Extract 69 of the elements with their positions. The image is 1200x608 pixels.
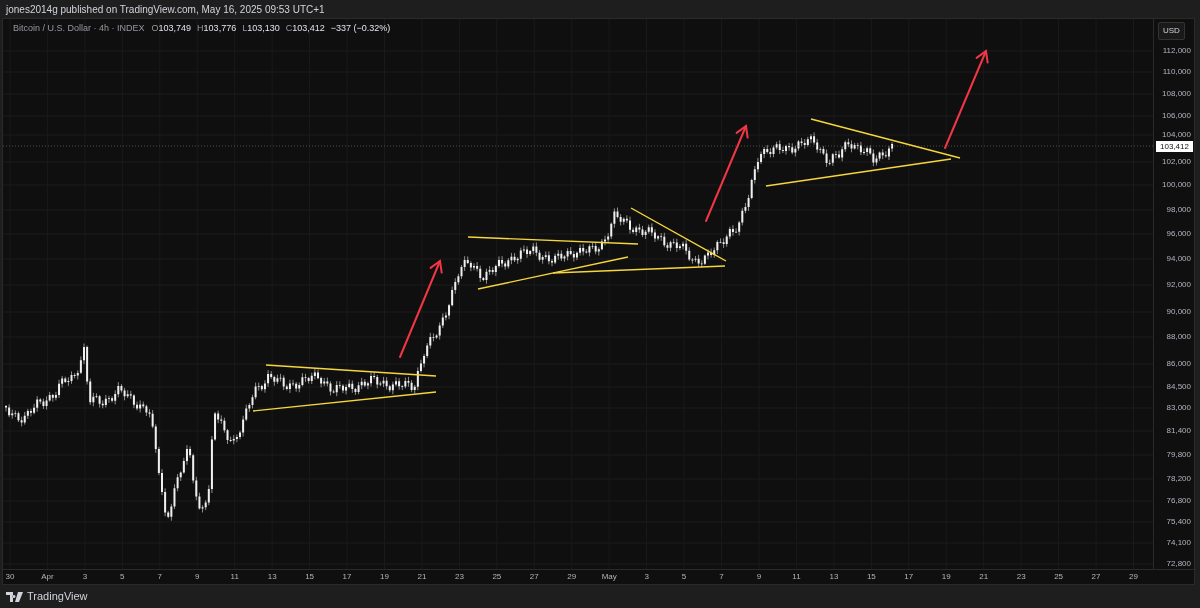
ohlc-label: O [151,22,159,35]
price-tick-label: 102,000 [1162,157,1191,167]
price-tick-label: 79,800 [1166,450,1191,460]
price-tick-label: 74,100 [1166,538,1191,548]
time-tick-label: 13 [267,572,277,582]
time-tick-label: 9 [195,572,200,582]
time-tick-label: 21 [417,572,427,582]
time-tick-label: 29 [567,572,577,582]
time-tick-label: 5 [681,572,687,582]
price-tick-label: 75,400 [1166,517,1191,527]
price-tick-label: 90,000 [1166,307,1191,317]
logo-icon [6,591,24,602]
time-tick-label: 15 [305,572,315,582]
price-tick-label: 83,000 [1166,403,1191,413]
currency-button[interactable]: USD [1158,22,1185,40]
publisher-caption: jones2014g published on TradingView.com, May 16, 2025 09:53 UTC+1 [6,2,325,17]
ohlc-label: H [197,22,204,35]
price-tick-label: 94,000 [1166,254,1191,264]
time-tick-label: 29 [1129,572,1138,582]
time-tick-label: 25 [1054,572,1064,582]
price-tick-label: 86,000 [1166,359,1191,369]
price-tick-label: 78,200 [1166,474,1191,484]
price-tick-label: 108,000 [1162,89,1191,99]
time-tick-label: 25 [492,572,502,582]
price-tick-label: 100,000 [1162,180,1191,190]
price-change: −337 (−0.32%) [330,22,391,35]
time-tick-label: 19 [941,572,951,582]
time-tick-label: May [601,572,617,582]
price-tick-label: 88,000 [1166,332,1191,342]
time-tick-label: 7 [719,572,724,582]
ohlc-label: L [242,22,248,35]
ohlc-label: C [285,22,293,35]
time-tick-label: 23 [454,572,464,582]
price-tick-label: 76,800 [1166,496,1191,506]
price-tick-label: 112,000 [1162,46,1191,56]
time-tick-label: 27 [529,572,539,582]
symbol-title: Bitcoin / U.S. Dollar · 4h · INDEX [13,22,145,35]
time-tick-label: 27 [1091,572,1101,582]
time-tick-label: 11 [230,572,239,582]
time-tick-label: 3 [644,572,649,582]
time-tick-label: 3 [82,572,88,582]
time-tick-label: 19 [380,572,389,582]
time-tick-label: 7 [157,572,162,582]
price-tick-label: 98,000 [1166,205,1191,215]
time-tick-label: 15 [866,572,876,582]
time-tick-label: 13 [829,572,839,582]
price-tick-label: 96,000 [1166,229,1191,239]
logo-text: TradingView [27,589,88,605]
time-tick-label: 17 [342,572,352,582]
price-tick-label: 110,000 [1162,67,1191,77]
ohlc-value: 103,776 [203,22,237,35]
ohlc-value: 103,130 [247,22,280,35]
price-tick-label: 104,000 [1162,130,1191,140]
time-tick-label: 30 [5,572,15,582]
price-tick-label: 106,000 [1162,111,1191,121]
time-tick-label: 23 [1016,572,1026,582]
price-tick-label: 84,500 [1166,382,1191,392]
price-tick-label: 81,400 [1166,426,1191,436]
time-tick-label: Apr [41,572,54,582]
time-tick-label: 9 [756,572,762,582]
time-tick-label: 21 [979,572,989,582]
ohlc-value: 103,749 [158,22,192,35]
time-tick-label: 11 [792,572,801,582]
ohlc-value: 103,412 [292,22,325,35]
last-price-tag: 103,412 [1156,141,1193,152]
price-tick-label: 72,800 [1166,559,1191,569]
time-tick-label: 5 [120,572,125,582]
price-tick-label: 92,000 [1166,280,1191,290]
time-tick-label: 17 [904,572,914,582]
